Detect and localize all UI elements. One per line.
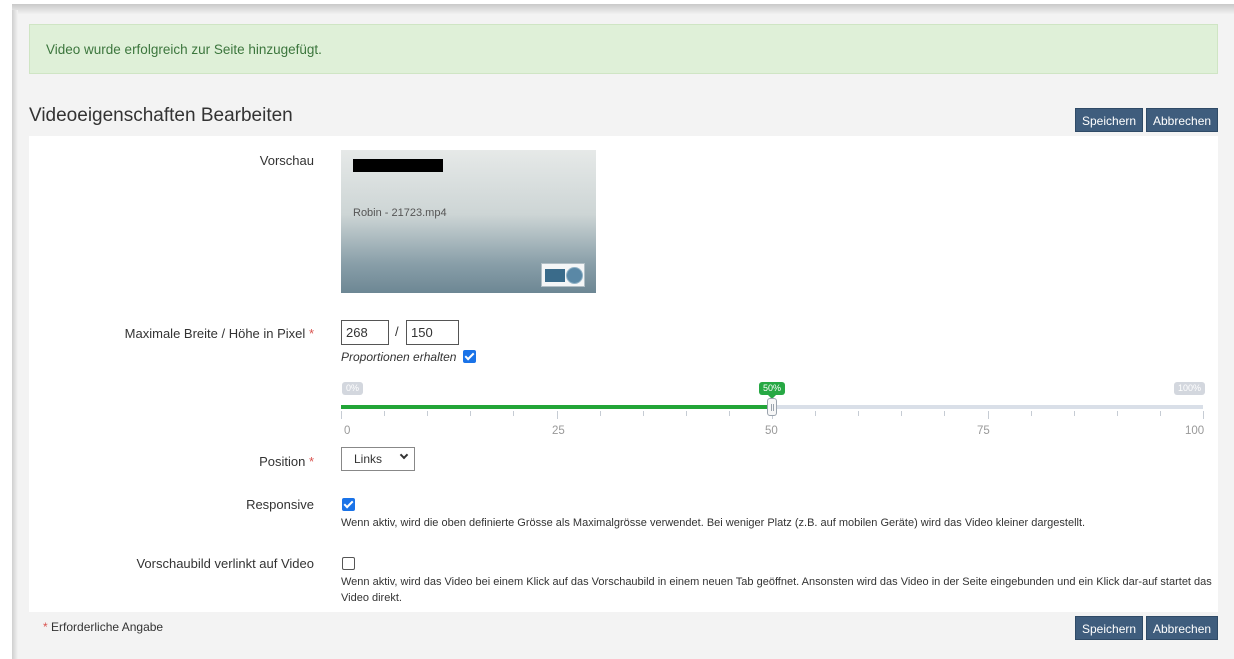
cancel-button-top[interactable]: Abbrechen bbox=[1146, 108, 1219, 132]
keep-proportions-label: Proportionen erhalten bbox=[341, 350, 457, 364]
slider-scale-50: 50 bbox=[765, 425, 778, 437]
required-marker: * bbox=[308, 454, 314, 469]
frame-shadow bbox=[12, 4, 1234, 14]
required-marker: * bbox=[43, 620, 48, 634]
edit-panel: Video wurde erfolgreich zur Seite hinzug… bbox=[18, 14, 1234, 659]
redacted-block bbox=[353, 159, 443, 172]
page-frame: Video wurde erfolgreich zur Seite hinzug… bbox=[0, 0, 1234, 659]
width-input[interactable]: 268 bbox=[341, 320, 389, 345]
keep-proportions-checkbox[interactable] bbox=[463, 350, 476, 363]
slider-tick bbox=[557, 411, 558, 419]
slider-value-bubble: 50% bbox=[759, 382, 786, 399]
slider-fill bbox=[341, 405, 772, 409]
responsive-help: Wenn aktiv, wird die oben definierte Grö… bbox=[341, 517, 1086, 529]
slider-tick bbox=[1074, 411, 1075, 416]
position-label: Position * bbox=[259, 454, 314, 469]
thumbnail-link-help: Wenn aktiv, wird das Video bei einem Kli… bbox=[341, 576, 1212, 604]
logo-wordmark bbox=[545, 269, 565, 282]
cancel-button-bottom[interactable]: Abbrechen bbox=[1146, 616, 1219, 640]
slider-tick bbox=[1031, 411, 1032, 416]
slider-tick bbox=[858, 411, 859, 416]
slider-tick bbox=[729, 411, 730, 416]
save-button-top[interactable]: Speichern bbox=[1075, 108, 1144, 132]
position-label-text: Position bbox=[259, 454, 306, 469]
slider-tick bbox=[600, 411, 601, 416]
university-logo bbox=[541, 263, 585, 287]
success-alert: Video wurde erfolgreich zur Seite hinzug… bbox=[29, 24, 1218, 74]
size-label: Maximale Breite / Höhe in Pixel * bbox=[125, 326, 314, 341]
slider-handle[interactable] bbox=[767, 398, 777, 416]
slider-scale-0: 0 bbox=[344, 425, 351, 437]
slider-tick bbox=[686, 411, 687, 416]
chevron-down-icon bbox=[399, 450, 409, 460]
slider-scale-25: 25 bbox=[552, 425, 565, 437]
slider-tick bbox=[513, 411, 514, 416]
position-select[interactable]: Links bbox=[341, 447, 415, 471]
slider-tick bbox=[1203, 411, 1204, 419]
required-marker: * bbox=[308, 326, 314, 341]
size-slider[interactable]: 0% 100% 50% 0 25 50 75 100 bbox=[341, 382, 1205, 452]
slider-tick bbox=[643, 411, 644, 416]
required-footnote: * Erforderliche Angabe bbox=[43, 620, 163, 634]
preview-slide-title: Robin - 21723.mp4 bbox=[353, 207, 447, 219]
responsive-checkbox[interactable] bbox=[342, 498, 355, 511]
height-input[interactable]: 150 bbox=[406, 320, 459, 345]
slider-scale-75: 75 bbox=[977, 425, 990, 437]
slider-tick bbox=[1117, 411, 1118, 416]
responsive-label: Responsive bbox=[246, 497, 314, 512]
slider-scale-100: 100 bbox=[1185, 425, 1205, 437]
save-button-bottom[interactable]: Speichern bbox=[1075, 616, 1144, 640]
slider-tick bbox=[427, 411, 428, 416]
size-label-text: Maximale Breite / Höhe in Pixel bbox=[124, 326, 306, 341]
slider-min-bubble: 0% bbox=[342, 382, 364, 395]
preview-label: Vorschau bbox=[259, 153, 314, 168]
slider-tick bbox=[944, 411, 945, 416]
thumbnail-link-checkbox[interactable] bbox=[342, 557, 355, 570]
slider-tick bbox=[901, 411, 902, 416]
logo-seal-icon bbox=[566, 267, 583, 284]
slider-tick bbox=[1160, 411, 1161, 416]
slider-max-bubble: 100% bbox=[1173, 382, 1205, 395]
thumbnail-link-label: Vorschaubild verlinkt auf Video bbox=[136, 556, 314, 571]
position-select-value: Links bbox=[354, 452, 383, 466]
slider-tick bbox=[384, 411, 385, 416]
slider-tick bbox=[815, 411, 816, 416]
success-alert-message: Video wurde erfolgreich zur Seite hinzug… bbox=[46, 42, 322, 57]
page-title: Videoeigenschaften Bearbeiten bbox=[29, 105, 293, 126]
slider-tick bbox=[470, 411, 471, 416]
size-separator: / bbox=[395, 324, 399, 339]
video-preview-thumbnail[interactable]: Robin - 21723.mp4 bbox=[341, 150, 596, 293]
required-note-text: Erforderliche Angabe bbox=[51, 620, 164, 634]
slider-tick bbox=[341, 411, 342, 419]
form-area: Vorschau Robin - 21723.mp4 Maximale Brei… bbox=[29, 136, 1218, 612]
slider-tick bbox=[988, 411, 989, 419]
